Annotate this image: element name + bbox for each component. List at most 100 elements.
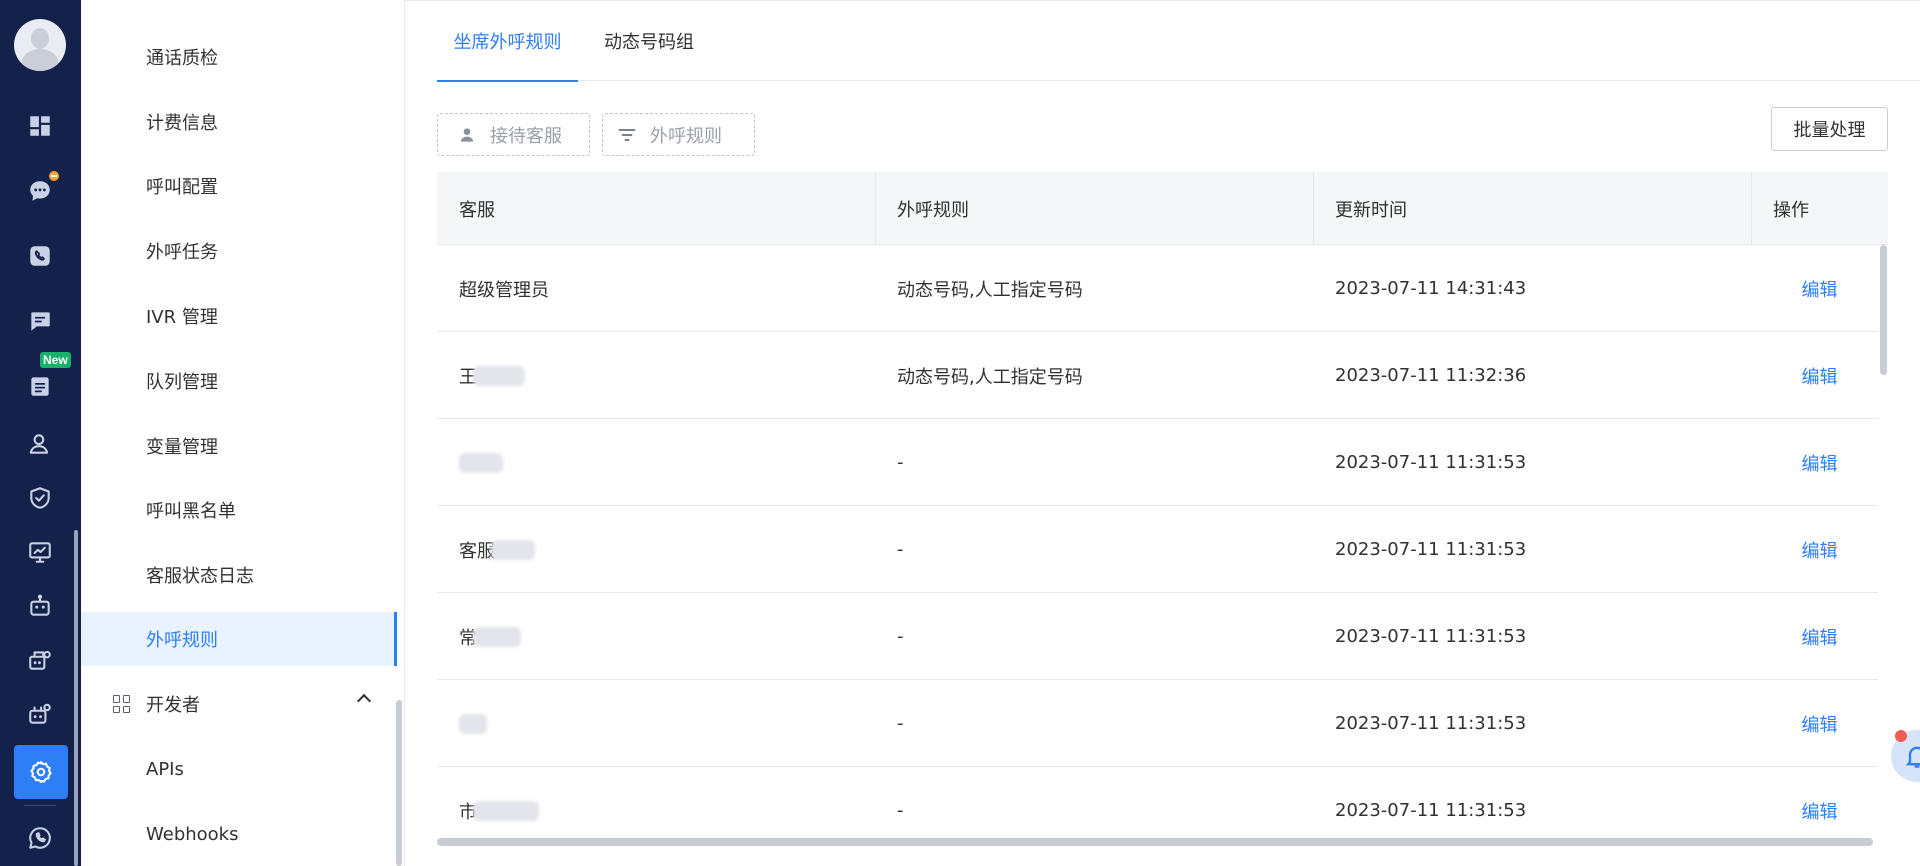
- table-row: - 2023-07-11 11:31:53 编辑: [437, 680, 1878, 767]
- workflow-icon[interactable]: [20, 640, 60, 680]
- rule-value: -: [897, 452, 904, 473]
- menu-item-label: 外呼任务: [146, 242, 218, 263]
- agent-name: 王: [437, 332, 525, 419]
- menu-item-label: 客服状态日志: [146, 566, 254, 587]
- menu-item-blacklist[interactable]: 呼叫黑名单: [81, 483, 397, 537]
- agent-name: 超级管理员: [459, 279, 549, 301]
- rule-value: -: [897, 713, 904, 734]
- agent-name: 市: [437, 767, 539, 846]
- menu-item-queues[interactable]: 队列管理: [81, 354, 397, 408]
- updated-time: 2023-07-11 14:31:43: [1335, 278, 1527, 299]
- edit-link[interactable]: 编辑: [1751, 332, 1888, 419]
- rule-value: -: [897, 800, 904, 821]
- table-row: 客服 - 2023-07-11 11:31:53 编辑: [437, 506, 1878, 593]
- settings-menu: 通话质检 计费信息 呼叫配置 外呼任务 IVR 管理 队列管理 变量管理 呼叫黑…: [81, 0, 405, 866]
- column-header-updated[interactable]: 更新时间: [1313, 172, 1751, 245]
- menu-item-label: 呼叫配置: [146, 177, 218, 198]
- menu-item-call-config[interactable]: 呼叫配置: [81, 159, 397, 213]
- filter-icon: [616, 124, 638, 146]
- edit-link[interactable]: 编辑: [1751, 419, 1888, 506]
- menu-item-apis[interactable]: APIs: [81, 742, 397, 796]
- tab-agent-outbound-rules[interactable]: 坐席外呼规则: [437, 0, 578, 82]
- avatar[interactable]: [14, 19, 66, 71]
- menu-item-label: Webhooks: [146, 823, 239, 845]
- menu-item-label: 外呼规则: [146, 630, 218, 651]
- menu-item-outbound-rules[interactable]: 外呼规则: [81, 612, 397, 666]
- monitor-icon[interactable]: [20, 532, 60, 572]
- rules-table: 客服 外呼规则 更新时间 操作 超级管理员 动态号码,人工指定号码 2023-0…: [437, 172, 1888, 846]
- edit-link[interactable]: 编辑: [1751, 506, 1888, 593]
- agent-name: 客服: [437, 506, 535, 593]
- rail-divider: [24, 805, 56, 806]
- menu-item-outbound-tasks[interactable]: 外呼任务: [81, 224, 397, 278]
- dashboard-icon[interactable]: [20, 106, 60, 146]
- main-content: 坐席外呼规则 动态号码组 接待客服 外呼规则 批量处理 客服 外呼规则 更新时间…: [405, 0, 1920, 866]
- new-badge: New: [40, 352, 71, 368]
- rule-value: -: [897, 626, 904, 647]
- menu-item-variables[interactable]: 变量管理: [81, 419, 397, 473]
- rule-value: -: [897, 539, 904, 560]
- table-horizontal-scrollbar[interactable]: [437, 838, 1873, 846]
- menu-item-label: 呼叫黑名单: [146, 501, 236, 522]
- agent-name: 常: [437, 593, 521, 680]
- menu-item-webhooks[interactable]: Webhooks: [81, 807, 397, 861]
- table-row: 王 动态号码,人工指定号码 2023-07-11 11:32:36 编辑: [437, 332, 1878, 419]
- column-header-actions: 操作: [1751, 172, 1888, 245]
- contacts-icon[interactable]: [20, 424, 60, 464]
- table-row: - 2023-07-11 11:31:53 编辑: [437, 419, 1878, 506]
- chevron-up-icon[interactable]: [356, 693, 372, 709]
- batch-process-button[interactable]: 批量处理: [1771, 107, 1888, 151]
- table-header: 客服 外呼规则 更新时间 操作: [437, 172, 1888, 245]
- rule-value: 动态号码,人工指定号码: [897, 279, 1083, 301]
- edit-link[interactable]: 编辑: [1751, 593, 1888, 680]
- menu-item-label: APIs: [146, 758, 184, 780]
- rule-filter[interactable]: 外呼规则: [602, 113, 755, 156]
- menu-item-call-qa[interactable]: 通话质检: [81, 30, 397, 84]
- menu-scrollbar[interactable]: [396, 700, 402, 866]
- robot-icon[interactable]: [20, 586, 60, 626]
- menu-item-label: IVR 管理: [146, 307, 218, 328]
- menu-item-billing[interactable]: 计费信息: [81, 95, 397, 149]
- menu-item-ivr[interactable]: IVR 管理: [81, 289, 397, 343]
- ticket-icon[interactable]: [20, 366, 60, 406]
- table-vertical-scrollbar[interactable]: [1880, 245, 1887, 375]
- tab-dynamic-number-groups[interactable]: 动态号码组: [594, 0, 704, 81]
- menu-item-label: 计费信息: [146, 113, 218, 134]
- shield-icon[interactable]: [20, 478, 60, 518]
- agent-name: [437, 680, 487, 767]
- edit-link[interactable]: 编辑: [1751, 767, 1888, 846]
- menu-group-label: 开发者: [146, 695, 200, 716]
- edit-link[interactable]: 编辑: [1751, 245, 1888, 332]
- updated-time: 2023-07-11 11:31:53: [1335, 626, 1527, 647]
- tab-bar: 坐席外呼规则 动态号码组: [437, 0, 1920, 82]
- updated-time: 2023-07-11 11:31:53: [1335, 452, 1527, 473]
- rule-filter-placeholder: 外呼规则: [650, 125, 722, 147]
- menu-item-agent-status-log[interactable]: 客服状态日志: [81, 548, 397, 602]
- help-bell-button[interactable]: [1891, 730, 1920, 782]
- edit-link[interactable]: 编辑: [1751, 680, 1888, 767]
- menu-group-developer[interactable]: 开发者: [81, 677, 397, 731]
- bot-group-icon[interactable]: [20, 694, 60, 734]
- table-row: 常 - 2023-07-11 11:31:53 编辑: [437, 593, 1878, 680]
- phone-icon[interactable]: [20, 236, 60, 276]
- agent-filter[interactable]: 接待客服: [437, 113, 590, 156]
- user-icon: [456, 124, 478, 146]
- menu-item-label: 通话质检: [146, 48, 218, 69]
- tab-label: 坐席外呼规则: [453, 31, 562, 53]
- unread-dot: [1895, 730, 1907, 742]
- agent-name: [437, 419, 503, 506]
- rail-scrollbar[interactable]: [74, 530, 78, 866]
- whatsapp-icon[interactable]: [20, 818, 60, 858]
- column-header-rule[interactable]: 外呼规则: [875, 172, 1313, 245]
- menu-item-label: 队列管理: [146, 372, 218, 393]
- message-icon[interactable]: [20, 301, 60, 341]
- column-header-agent[interactable]: 客服: [437, 172, 875, 245]
- notification-badge: [47, 169, 61, 183]
- settings-icon[interactable]: [14, 745, 68, 799]
- icon-rail: New: [0, 0, 81, 866]
- agent-filter-placeholder: 接待客服: [490, 125, 562, 147]
- table-row: 市 - 2023-07-11 11:31:53 编辑: [437, 767, 1878, 846]
- table-row: 超级管理员 动态号码,人工指定号码 2023-07-11 14:31:43 编辑: [437, 245, 1878, 332]
- updated-time: 2023-07-11 11:31:53: [1335, 539, 1527, 560]
- bell-icon: [1905, 746, 1920, 768]
